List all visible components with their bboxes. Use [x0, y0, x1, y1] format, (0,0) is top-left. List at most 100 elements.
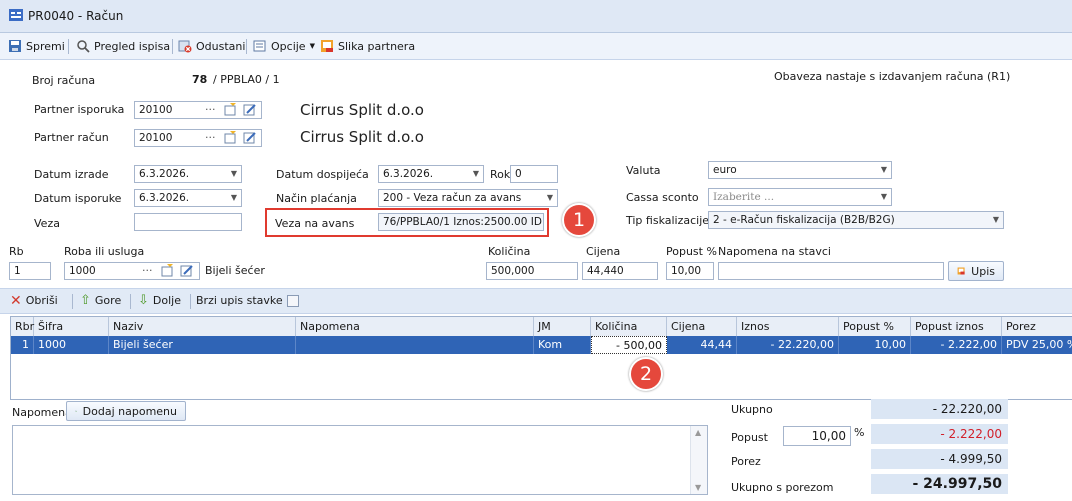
window-title: PR0040 - Račun [28, 9, 124, 23]
options-icon [253, 40, 266, 52]
add-note-icon [75, 410, 77, 412]
chevron-down-icon: ▼ [546, 193, 553, 202]
cassa-sconto-select[interactable]: Izaberite ... ▼ [708, 188, 892, 206]
print-preview-button[interactable]: Pregled ispisa [76, 39, 170, 53]
due-date-input[interactable]: 6.3.2026. ▼ [378, 165, 484, 183]
chevron-down-icon: ▼ [992, 215, 999, 224]
col-cijena[interactable]: Cijena [667, 317, 737, 336]
cancel-icon [178, 40, 192, 53]
delete-row-button[interactable]: ✕ Obriši [10, 292, 58, 309]
new-product-icon[interactable] [161, 264, 175, 277]
item-note-label: Napomena na stavci [718, 245, 831, 258]
price-input[interactable]: 44,440 [582, 262, 658, 280]
options-dropdown[interactable]: Opcije ▼ [253, 39, 315, 53]
fiscal-type-select[interactable]: 2 - e-Račun fiskalizacija (B2B/B2G) ▼ [708, 211, 1004, 229]
edit-partner-icon[interactable] [243, 103, 257, 116]
grand-total-value: - 24.997,50 [871, 474, 1008, 494]
cell-naziv: Bijeli šećer [109, 336, 296, 354]
checkbox[interactable] [286, 294, 299, 307]
col-popust-iznos[interactable]: Popust iznos [911, 317, 1002, 336]
date-delivery-input[interactable]: 6.3.2026. ▼ [134, 189, 242, 207]
col-kolicina[interactable]: Količina [591, 317, 667, 336]
cell-cijena: 44,44 [667, 336, 737, 354]
discount-total-label: Popust [731, 431, 768, 444]
advance-link-label: Veza na avans [275, 217, 355, 230]
col-popust-pct[interactable]: Popust % [839, 317, 911, 336]
submit-item-button[interactable]: Upis [948, 261, 1004, 281]
partner-delivery-lookup[interactable]: ··· [205, 103, 216, 116]
scroll-down-icon: ▼ [695, 483, 702, 492]
col-jm[interactable]: JM [534, 317, 591, 336]
col-porez[interactable]: Porez [1002, 317, 1072, 336]
qty-label: Količina [488, 245, 531, 258]
move-up-button[interactable]: ⇧ Gore [80, 294, 121, 308]
grand-total-label: Ukupno s porezom [731, 481, 834, 494]
rb-input[interactable]: 1 [9, 262, 51, 280]
payment-label: Način plaćanja [276, 192, 357, 205]
rb-label: Rb [9, 245, 24, 258]
chevron-down-icon: ▼ [880, 192, 887, 201]
discount-input[interactable]: 10,00 [666, 262, 714, 280]
partner-invoice-name: Cirrus Split d.o.o [300, 128, 424, 146]
col-sifra[interactable]: Šifra [34, 317, 109, 336]
percent-sign: % [854, 426, 865, 439]
date-delivery-label: Datum isporuke [34, 192, 122, 205]
currency-select[interactable]: euro ▼ [708, 161, 892, 179]
product-lookup[interactable]: ··· [142, 264, 153, 277]
col-naziv[interactable]: Naziv [109, 317, 296, 336]
partner-invoice-label: Partner račun [34, 131, 109, 144]
app-icon [9, 9, 23, 21]
product-name: Bijeli šećer [205, 264, 265, 277]
move-down-button[interactable]: ⇩ Dolje [138, 292, 181, 308]
note-textarea[interactable]: ▲ ▼ [12, 425, 708, 495]
add-note-button[interactable]: Dodaj napomenu [66, 401, 186, 421]
col-iznos[interactable]: Iznos [737, 317, 839, 336]
cancel-button[interactable]: Odustani [178, 39, 245, 53]
fiscal-type-label: Tip fiskalizacije [626, 214, 710, 227]
edit-partner-invoice-icon[interactable] [243, 131, 257, 144]
cell-napomena [296, 336, 534, 354]
partner-delivery-name: Cirrus Split d.o.o [300, 101, 424, 119]
grid-header: Rbr Šifra Naziv Napomena JM Količina Cij… [11, 317, 1072, 337]
date-created-input[interactable]: 6.3.2026. ▼ [134, 165, 242, 183]
chevron-down-icon: ▼ [880, 165, 887, 174]
partner-image-button[interactable]: Slika partnera [320, 39, 415, 53]
link-input[interactable] [134, 213, 242, 231]
price-label: Cijena [586, 245, 621, 258]
annotation-marker-2: 2 [629, 357, 663, 391]
qty-input[interactable]: 500,000 [486, 262, 578, 280]
partner-delivery-label: Partner isporuka [34, 103, 125, 116]
chevron-down-icon: ▼ [230, 193, 237, 202]
currency-label: Valuta [626, 164, 661, 177]
items-grid: Rbr Šifra Naziv Napomena JM Količina Cij… [10, 316, 1072, 400]
term-input[interactable]: 0 [510, 165, 558, 183]
col-rbr[interactable]: Rbr [11, 317, 34, 336]
new-partner-icon[interactable] [224, 103, 238, 116]
tax-label: Porez [731, 455, 761, 468]
discount-pct-input[interactable]: 10,00 [783, 426, 851, 446]
new-partner-invoice-icon[interactable] [224, 131, 238, 144]
due-date-label: Datum dospijeća [276, 168, 369, 181]
quick-entry-toggle[interactable]: Brzi upis stavke [196, 294, 299, 307]
annotation-marker-1: 1 [562, 203, 596, 237]
item-note-input[interactable] [718, 262, 944, 280]
edit-product-icon[interactable] [180, 264, 194, 277]
arrow-down-icon: ⇩ [138, 292, 149, 308]
note-scrollbar[interactable]: ▲ ▼ [690, 426, 707, 494]
partner-invoice-lookup[interactable]: ··· [205, 131, 216, 144]
cell-kolicina[interactable]: - 500,00 [591, 336, 667, 354]
close-icon: ✕ [10, 292, 22, 309]
advance-link-field[interactable]: 76/PPBLA0/1 Iznos:2500.00 ID:8... [378, 213, 544, 231]
chevron-down-icon: ▼ [230, 169, 237, 178]
payment-select[interactable]: 200 - Veza račun za avans ▼ [378, 189, 558, 207]
partner-image-icon [321, 40, 333, 52]
invoice-number-label: Broj računa [32, 74, 96, 87]
save-button[interactable]: Spremi [8, 39, 65, 53]
floppy-icon [9, 40, 21, 52]
discount-total-value: - 2.222,00 [871, 424, 1008, 444]
main-toolbar: Spremi Pregled ispisa Odustani Opcije ▼ … [0, 33, 1072, 60]
col-napomena[interactable]: Napomena [296, 317, 534, 336]
obligation-note: Obaveza nastaje s izdavanjem računa (R1) [774, 70, 1011, 83]
product-label: Roba ili usluga [64, 245, 145, 258]
table-row[interactable]: 1 1000 Bijeli šećer Kom - 500,00 44,44 -… [11, 336, 1072, 354]
